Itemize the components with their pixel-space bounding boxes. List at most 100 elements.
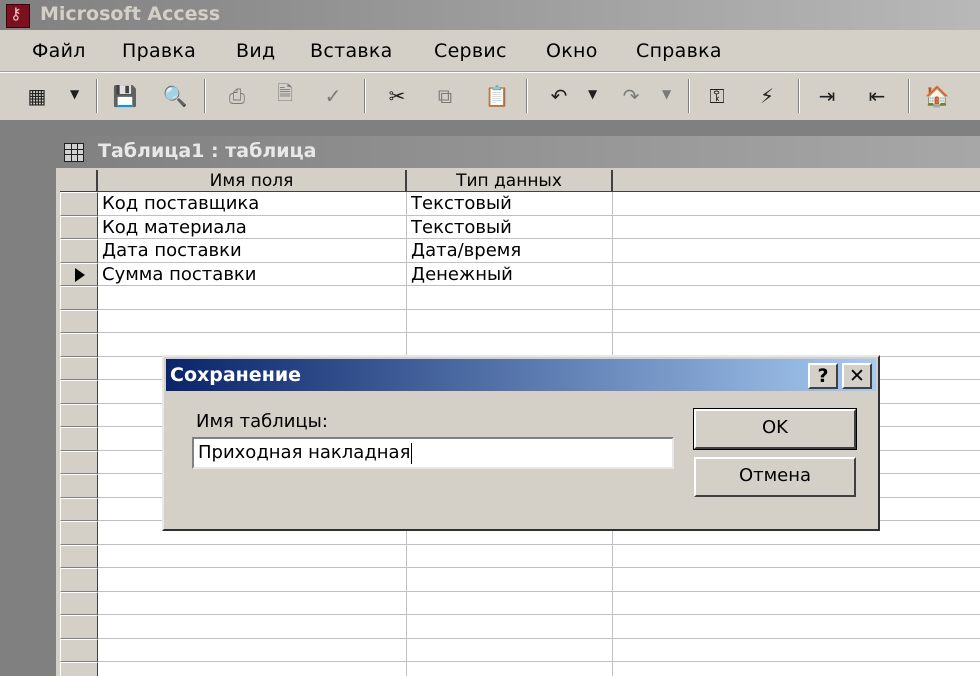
field-name-cell[interactable] bbox=[98, 662, 407, 676]
menu-window[interactable]: Окно bbox=[546, 40, 598, 62]
paste-icon[interactable]: 📋 bbox=[482, 81, 512, 111]
row-selector[interactable] bbox=[60, 521, 98, 545]
field-name-cell[interactable] bbox=[98, 333, 407, 357]
description-cell[interactable] bbox=[613, 263, 980, 286]
data-type-cell[interactable] bbox=[407, 591, 613, 615]
menu-file[interactable]: Файл bbox=[32, 40, 86, 62]
data-type-cell[interactable] bbox=[407, 662, 613, 676]
description-cell[interactable] bbox=[613, 216, 980, 239]
print-preview-icon[interactable]: 🔍 bbox=[160, 81, 190, 111]
row-selector[interactable] bbox=[60, 309, 98, 333]
cancel-button[interactable]: Отмена bbox=[694, 457, 856, 497]
save-icon[interactable]: 💾 bbox=[110, 81, 140, 111]
description-cell[interactable] bbox=[613, 286, 980, 310]
description-cell[interactable] bbox=[613, 545, 980, 568]
help-button[interactable]: ? bbox=[808, 363, 838, 389]
field-name-cell[interactable] bbox=[98, 591, 407, 615]
field-name-cell[interactable] bbox=[98, 615, 407, 639]
data-type-cell[interactable] bbox=[407, 286, 613, 310]
menu-tools[interactable]: Сервис bbox=[434, 40, 507, 62]
table-name-input[interactable]: Приходная накладная bbox=[192, 437, 674, 469]
description-cell[interactable] bbox=[613, 639, 980, 662]
data-type-cell[interactable] bbox=[407, 309, 613, 333]
menu-edit[interactable]: Правка bbox=[122, 40, 196, 62]
column-header-description[interactable] bbox=[613, 170, 980, 192]
field-name-cell[interactable] bbox=[98, 638, 407, 662]
description-cell[interactable] bbox=[613, 333, 980, 357]
empty-table-row[interactable] bbox=[60, 286, 980, 310]
field-name-cell[interactable]: Код поставщика bbox=[98, 192, 407, 216]
description-cell[interactable] bbox=[613, 310, 980, 333]
data-type-cell[interactable]: Дата/время bbox=[407, 239, 613, 263]
field-name-cell[interactable] bbox=[98, 568, 407, 592]
field-name-cell[interactable] bbox=[98, 309, 407, 333]
empty-table-row[interactable] bbox=[60, 615, 980, 639]
view-icon[interactable]: ▦ bbox=[22, 81, 52, 111]
insert-rows-icon[interactable]: ⇥ bbox=[812, 81, 842, 111]
row-selector[interactable] bbox=[60, 333, 98, 357]
empty-table-row[interactable] bbox=[60, 568, 980, 592]
row-selector[interactable] bbox=[60, 380, 98, 404]
description-cell[interactable] bbox=[613, 192, 980, 216]
cut-icon[interactable]: ✂ bbox=[382, 81, 412, 111]
data-type-cell[interactable] bbox=[407, 568, 613, 592]
field-name-cell[interactable]: Код материала bbox=[98, 215, 407, 239]
description-cell[interactable] bbox=[613, 239, 980, 263]
row-selector[interactable] bbox=[60, 239, 98, 263]
row-selector[interactable] bbox=[60, 615, 98, 639]
row-selector-current[interactable] bbox=[60, 262, 98, 286]
description-cell[interactable] bbox=[613, 662, 980, 676]
row-selector[interactable] bbox=[60, 544, 98, 568]
table-row[interactable]: Дата поставки Дата/время bbox=[60, 239, 980, 263]
chevron-down-icon[interactable]: ▼ bbox=[588, 87, 597, 101]
menu-help[interactable]: Справка bbox=[636, 40, 722, 62]
field-name-cell[interactable]: Дата поставки bbox=[98, 239, 407, 263]
undo-icon[interactable]: ↶ bbox=[544, 81, 574, 111]
delete-rows-icon[interactable]: ⇤ bbox=[862, 81, 892, 111]
data-type-cell[interactable]: Текстовый bbox=[407, 192, 613, 216]
row-selector[interactable] bbox=[60, 403, 98, 427]
row-selector[interactable] bbox=[60, 356, 98, 380]
column-header-field-name[interactable]: Имя поля bbox=[98, 170, 407, 192]
row-selector[interactable] bbox=[60, 215, 98, 239]
properties-icon[interactable]: 🏠 bbox=[922, 81, 952, 111]
row-selector[interactable] bbox=[60, 638, 98, 662]
redo-icon[interactable]: ↷ bbox=[616, 81, 646, 111]
description-cell[interactable] bbox=[613, 568, 980, 592]
spelling-icon[interactable]: ✓ bbox=[318, 81, 348, 111]
row-selector[interactable] bbox=[60, 662, 98, 676]
data-type-cell[interactable] bbox=[407, 615, 613, 639]
row-selector[interactable] bbox=[60, 591, 98, 615]
empty-table-row[interactable] bbox=[60, 638, 980, 662]
row-selector[interactable] bbox=[60, 192, 98, 216]
data-type-cell[interactable]: Текстовый bbox=[407, 215, 613, 239]
row-selector[interactable] bbox=[60, 474, 98, 498]
data-type-cell[interactable] bbox=[407, 638, 613, 662]
menu-view[interactable]: Вид bbox=[236, 40, 275, 62]
field-name-cell[interactable]: Сумма поставки bbox=[98, 262, 407, 286]
empty-table-row[interactable] bbox=[60, 333, 980, 357]
row-selector[interactable] bbox=[60, 568, 98, 592]
field-name-cell[interactable] bbox=[98, 286, 407, 310]
indexes-icon[interactable]: ⚡ bbox=[752, 81, 782, 111]
table-row[interactable]: Сумма поставки Денежный bbox=[60, 262, 980, 286]
empty-table-row[interactable] bbox=[60, 309, 980, 333]
table-row[interactable]: Код поставщика Текстовый bbox=[60, 192, 980, 216]
column-header-data-type[interactable]: Тип данных bbox=[407, 170, 613, 192]
empty-table-row[interactable] bbox=[60, 662, 980, 676]
preview-icon[interactable]: 🗎 bbox=[270, 81, 300, 111]
data-type-cell[interactable] bbox=[407, 333, 613, 357]
empty-table-row[interactable] bbox=[60, 544, 980, 568]
chevron-down-icon[interactable]: ▼ bbox=[662, 87, 671, 101]
empty-table-row[interactable] bbox=[60, 591, 980, 615]
chevron-down-icon[interactable]: ▼ bbox=[70, 87, 79, 101]
row-selector[interactable] bbox=[60, 450, 98, 474]
ok-button[interactable]: OK bbox=[693, 408, 857, 450]
data-type-cell[interactable] bbox=[407, 544, 613, 568]
table-row[interactable]: Код материала Текстовый bbox=[60, 215, 980, 239]
data-type-cell[interactable]: Денежный bbox=[407, 262, 613, 286]
print-icon[interactable]: ⎙ bbox=[222, 81, 252, 111]
copy-icon[interactable]: ⧉ bbox=[430, 81, 460, 111]
row-selector[interactable] bbox=[60, 286, 98, 310]
row-selector[interactable] bbox=[60, 427, 98, 451]
